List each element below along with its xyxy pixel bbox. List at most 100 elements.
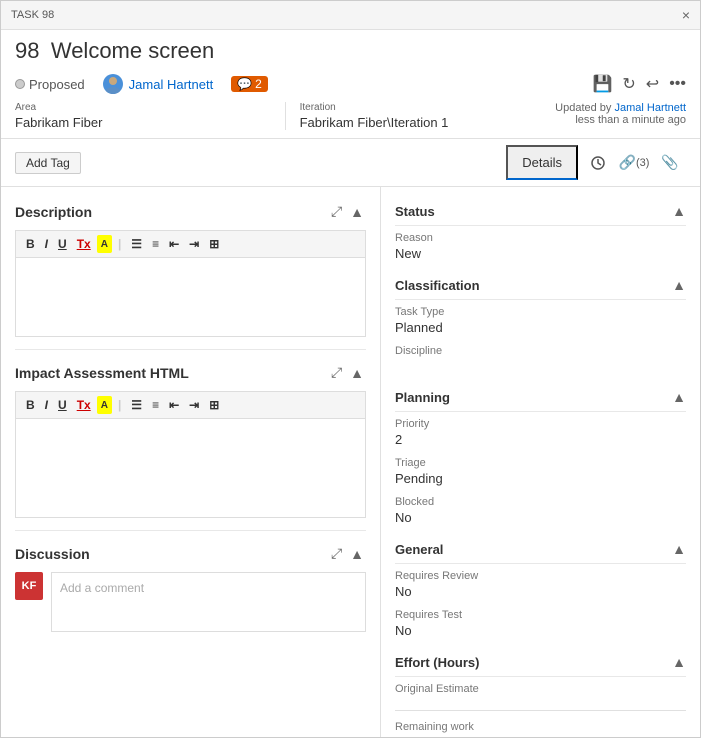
discipline-value[interactable] [395, 359, 686, 373]
refresh-icon[interactable]: ↻ [622, 74, 635, 94]
planning-section: Planning ▲ Priority 2 Triage Pending Blo… [395, 383, 686, 525]
impact-highlight-btn[interactable]: A [97, 396, 112, 414]
impact-ol-btn[interactable]: ≡ [148, 396, 163, 414]
collapse-effort-btn[interactable]: ▲ [672, 654, 686, 670]
impact-bold-btn[interactable]: B [22, 396, 39, 414]
status-dot [15, 79, 25, 89]
triage-value[interactable]: Pending [395, 471, 686, 486]
triage-field: Triage Pending [395, 457, 686, 486]
tab-details[interactable]: Details [506, 145, 578, 180]
collapse-impact-btn[interactable]: ▲ [348, 362, 366, 383]
updated-by-label: Updated by [555, 102, 611, 114]
description-section: Description ⤢ ▲ B I U Tx A | ☰ ≡ ⇤ ⇥ [15, 201, 366, 337]
avatar [103, 74, 123, 94]
description-header: Description ⤢ ▲ [15, 201, 366, 222]
priority-field: Priority 2 [395, 418, 686, 447]
expand-discussion-btn[interactable]: ⤢ [329, 543, 344, 564]
impact-italic-btn[interactable]: I [41, 396, 52, 414]
attachments-tab-btn[interactable]: 📎 [654, 147, 686, 179]
ol-btn[interactable]: ≡ [148, 235, 163, 253]
classification-section: Classification ▲ Task Type Planned Disci… [395, 271, 686, 373]
italic-btn[interactable]: I [41, 235, 52, 253]
area-value[interactable]: Fabrikam Fiber [15, 115, 271, 130]
reason-field: Reason New [395, 232, 686, 261]
effort-section: Effort (Hours) ▲ Original Estimate Remai… [395, 648, 686, 737]
close-button[interactable]: × [682, 7, 690, 23]
discussion-input[interactable]: Add a comment [51, 572, 366, 632]
priority-value[interactable]: 2 [395, 432, 686, 447]
status-section-title: Status [395, 204, 435, 219]
impact-indent-btn[interactable]: ⇥ [185, 396, 203, 414]
collapse-planning-btn[interactable]: ▲ [672, 389, 686, 405]
collapse-description-btn[interactable]: ▲ [348, 201, 366, 222]
description-editor[interactable] [15, 257, 366, 337]
area-label: Area [15, 102, 271, 113]
title-bar: TASK 98 × [1, 1, 700, 30]
discussion-section: Discussion ⤢ ▲ KF Add a comment [15, 543, 366, 632]
links-tab-btn[interactable]: 🔗 (3) [618, 147, 650, 179]
add-tag-button[interactable]: Add Tag [15, 152, 81, 174]
expand-description-btn[interactable]: ⤢ [329, 201, 344, 222]
impact-image-btn[interactable]: ⊞ [205, 396, 223, 414]
undo-icon[interactable]: ↩ [646, 74, 659, 94]
links-count: (3) [636, 157, 649, 169]
blocked-value[interactable]: No [395, 510, 686, 525]
impact-outdent-btn[interactable]: ⇤ [165, 396, 183, 414]
bold-btn[interactable]: B [22, 235, 39, 253]
requires-review-value[interactable]: No [395, 584, 686, 599]
impact-separator: | [114, 396, 125, 414]
more-icon[interactable]: ••• [669, 75, 686, 93]
tag-section: Add Tag [15, 152, 81, 174]
highlight-btn[interactable]: A [97, 235, 112, 253]
ul-btn[interactable]: ☰ [127, 235, 146, 253]
reason-value[interactable]: New [395, 246, 686, 261]
discussion-controls: ⤢ ▲ [329, 543, 366, 564]
requires-test-value[interactable]: No [395, 623, 686, 638]
collapse-status-btn[interactable]: ▲ [672, 203, 686, 219]
collapse-discussion-btn[interactable]: ▲ [348, 543, 366, 564]
requires-test-field: Requires Test No [395, 609, 686, 638]
impact-toolbar: B I U Tx A | ☰ ≡ ⇤ ⇥ ⊞ [15, 391, 366, 418]
triage-label: Triage [395, 457, 686, 469]
iteration-value[interactable]: Fabrikam Fiber\Iteration 1 [300, 115, 556, 130]
task-window: TASK 98 × 98 Welcome screen Proposed Ja [0, 0, 701, 738]
impact-ul-btn[interactable]: ☰ [127, 396, 146, 414]
indent-btn[interactable]: ⇥ [185, 235, 203, 253]
outdent-btn[interactable]: ⇤ [165, 235, 183, 253]
updated-section: Updated by Jamal Hartnett less than a mi… [555, 102, 686, 130]
discussion-avatar-initials: KF [22, 580, 37, 592]
general-title: General [395, 542, 443, 557]
history-icon [590, 155, 606, 171]
original-estimate-value[interactable] [395, 697, 686, 711]
remaining-work-value[interactable] [395, 735, 686, 737]
expand-impact-btn[interactable]: ⤢ [329, 362, 344, 383]
save-icon[interactable]: 💾 [592, 74, 612, 94]
underline-btn[interactable]: U [54, 235, 71, 253]
impact-section: Impact Assessment HTML ⤢ ▲ B I U Tx A | … [15, 362, 366, 518]
task-type-value[interactable]: Planned [395, 320, 686, 335]
collapse-classification-btn[interactable]: ▲ [672, 277, 686, 293]
image-btn[interactable]: ⊞ [205, 235, 223, 253]
planning-header: Planning ▲ [395, 383, 686, 412]
remaining-work-field: Remaining work [395, 721, 686, 737]
discussion-input-row: KF Add a comment [15, 572, 366, 632]
requires-test-label: Requires Test [395, 609, 686, 621]
original-estimate-label: Original Estimate [395, 683, 686, 695]
header-actions: 💾 ↻ ↩ ••• [592, 74, 686, 94]
reason-label: Reason [395, 232, 686, 244]
text-color-btn[interactable]: Tx [73, 235, 95, 253]
history-tab-btn[interactable] [582, 147, 614, 179]
impact-controls: ⤢ ▲ [329, 362, 366, 383]
comment-badge: 💬 2 [231, 76, 268, 92]
requires-review-label: Requires Review [395, 570, 686, 582]
link-icon: 🔗 [619, 154, 636, 171]
impact-underline-btn[interactable]: U [54, 396, 71, 414]
assignee-name[interactable]: Jamal Hartnett [129, 77, 214, 92]
status-section: Status ▲ Reason New [395, 197, 686, 261]
impact-editor[interactable] [15, 418, 366, 518]
impact-text-color-btn[interactable]: Tx [73, 396, 95, 414]
collapse-general-btn[interactable]: ▲ [672, 541, 686, 557]
original-estimate-field: Original Estimate [395, 683, 686, 711]
section-divider-2 [15, 530, 366, 531]
discussion-header: Discussion ⤢ ▲ [15, 543, 366, 564]
